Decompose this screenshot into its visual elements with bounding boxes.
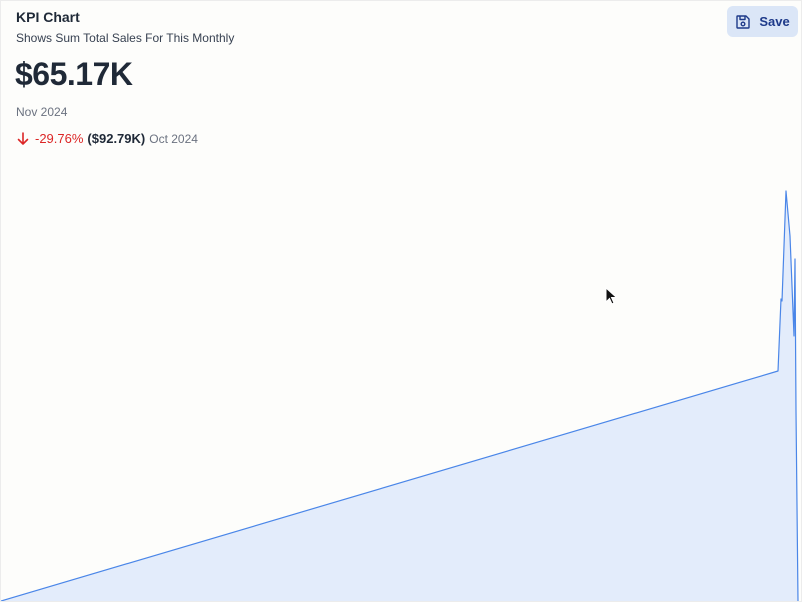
save-button[interactable]: Save: [727, 6, 798, 37]
save-button-label: Save: [759, 14, 790, 29]
previous-value: ($92.79K): [87, 131, 146, 146]
mouse-cursor-icon: [605, 287, 618, 305]
change-percent: -29.76%: [35, 131, 84, 146]
kpi-value: $65.17K: [15, 56, 133, 92]
chart-subtitle: Shows Sum Total Sales For This Monthly: [16, 31, 235, 45]
save-icon: [735, 14, 751, 30]
chart-title: KPI Chart: [16, 9, 80, 25]
arrow-down-icon: [16, 131, 30, 146]
kpi-comparison: -29.76% ($92.79K) Oct 2024: [16, 131, 198, 146]
kpi-card: KPI Chart Shows Sum Total Sales For This…: [0, 0, 802, 602]
kpi-period: Nov 2024: [16, 105, 68, 119]
previous-period: Oct 2024: [149, 131, 198, 146]
sales-area-fill: [1, 191, 798, 601]
